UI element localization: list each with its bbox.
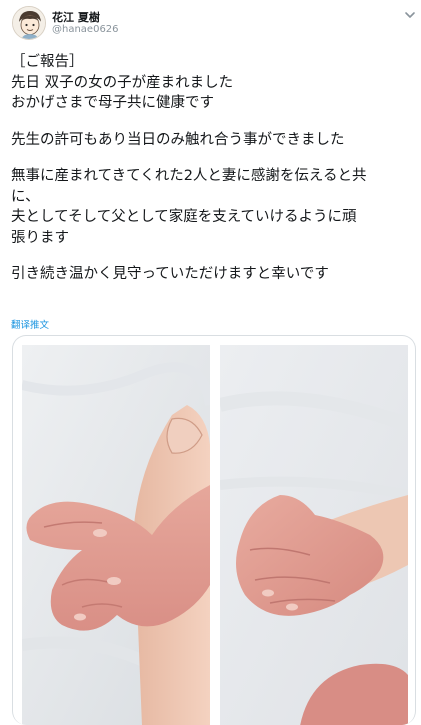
display-name[interactable]: 花江 夏樹 bbox=[52, 9, 100, 25]
avatar[interactable] bbox=[12, 6, 46, 40]
tweet-line: 無事に産まれてきてくれた2人と妻に感謝を伝えると共 bbox=[11, 168, 367, 184]
tweet-photo-2[interactable] bbox=[220, 345, 408, 725]
tweet-text: ［ご報告］ 先日 双子の女の子が産まれました おかげさまで母子共に健康です 先生… bbox=[11, 52, 411, 285]
user-handle[interactable]: @hanae0626 bbox=[52, 24, 119, 35]
tweet-media bbox=[12, 335, 416, 725]
baby-hand-photo-2 bbox=[220, 345, 408, 725]
chevron-down-icon[interactable] bbox=[404, 10, 416, 20]
tweet-line: 先生の許可もあり当日のみ触れ合う事ができました bbox=[11, 131, 345, 148]
tweet-line: 先日 双子の女の子が産まれました bbox=[11, 74, 234, 91]
tweet-line: に、 bbox=[11, 188, 40, 205]
tweet-line: ［ご報告］ bbox=[11, 54, 84, 70]
tweet-line: 引き続き温かく見守っていただけますと幸いです bbox=[11, 266, 329, 282]
tweet-line: おかげさまで母子共に健康です bbox=[11, 95, 214, 111]
tweet-photo-1[interactable] bbox=[22, 345, 210, 725]
tweet-line: 張ります bbox=[11, 229, 69, 246]
tweet-line: 夫としてそして父として家庭を支えていけるように頑 bbox=[11, 209, 357, 225]
tweet: 花江 夏樹 @hanae0626 ［ご報告］ 先日 双子の女の子が産まれました … bbox=[0, 0, 421, 725]
avatar-illustration-icon bbox=[13, 7, 45, 39]
translate-tweet-link[interactable]: 翻译推文 bbox=[11, 317, 49, 331]
baby-hand-photo-1 bbox=[22, 345, 210, 725]
